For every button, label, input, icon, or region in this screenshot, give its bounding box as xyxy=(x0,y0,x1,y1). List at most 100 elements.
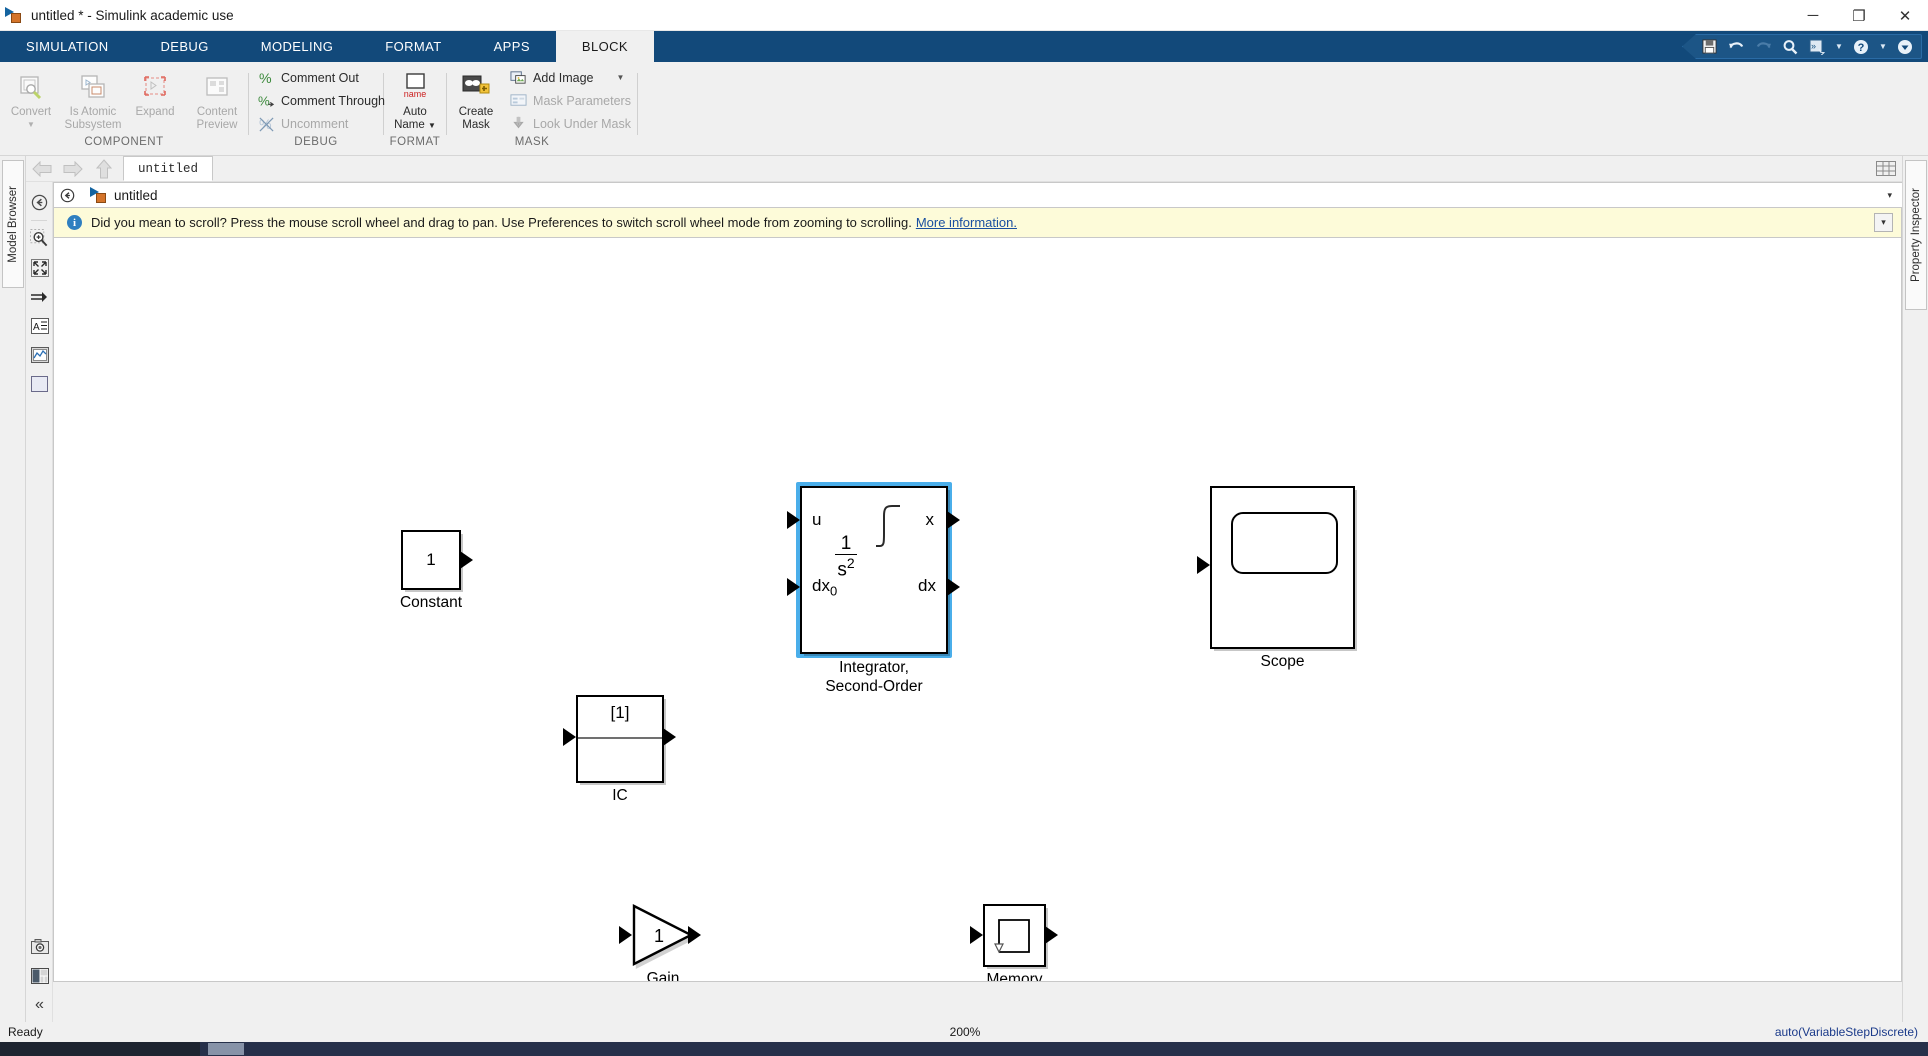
ic-input-port[interactable] xyxy=(563,728,576,746)
maximize-button[interactable]: ❐ xyxy=(1836,0,1882,31)
convert-icon xyxy=(16,70,46,104)
svg-text:%: % xyxy=(258,93,270,108)
model-browser-tab[interactable]: Model Browser xyxy=(2,160,24,288)
scope-block[interactable]: Scope xyxy=(1210,486,1355,649)
ribbon-group-debug-title: DEBUG xyxy=(249,136,383,156)
scope-preview-icon[interactable] xyxy=(26,340,53,369)
signal-port-icon[interactable] xyxy=(26,282,53,311)
ribbon-group-mask: CreateMask Add Image ▼ Mask Par xyxy=(447,62,637,156)
tab-simulation[interactable]: SIMULATION xyxy=(0,31,135,62)
grid-icon[interactable] xyxy=(1876,161,1896,177)
taskbar-thumbnail[interactable] xyxy=(208,1043,244,1055)
constant-value: 1 xyxy=(403,532,459,588)
content-preview-button[interactable]: ContentPreview xyxy=(186,66,248,132)
nav-up-icon[interactable] xyxy=(88,156,119,182)
quick-access-customize-icon[interactable]: » xyxy=(1807,37,1827,56)
memory-block[interactable]: Memory xyxy=(983,904,1046,967)
status-solver[interactable]: auto(VariableStepDiscrete) xyxy=(1775,1025,1918,1039)
undo-icon[interactable] xyxy=(1726,37,1746,56)
integrator-input-label-u: u xyxy=(812,510,821,530)
tab-format[interactable]: FORMAT xyxy=(359,31,467,62)
svg-text:»: » xyxy=(1811,41,1816,51)
ic-output-port[interactable] xyxy=(663,728,676,746)
comment-through-item[interactable]: % Comment Through xyxy=(255,90,391,113)
property-inspector-tab[interactable]: Property Inspector xyxy=(1905,160,1927,310)
taskbar-segment xyxy=(200,1042,1928,1056)
is-atomic-subsystem-button[interactable]: Is AtomicSubsystem xyxy=(62,66,124,132)
camera-icon[interactable] xyxy=(26,932,53,961)
more-information-link[interactable]: More information. xyxy=(916,215,1017,230)
document-tab-bar: untitled xyxy=(26,156,1902,182)
add-image-caret-icon[interactable]: ▼ xyxy=(617,73,625,82)
ribbon-body: Convert ▼ Is AtomicSubsystem Expand xyxy=(0,62,1928,156)
add-image-icon xyxy=(509,68,528,87)
quick-access-expand-icon[interactable] xyxy=(1895,37,1915,56)
create-mask-button[interactable]: CreateMask xyxy=(447,66,505,132)
comment-through-icon: % xyxy=(257,92,276,111)
scope-label: Scope xyxy=(1261,652,1305,671)
help-icon[interactable]: ? xyxy=(1851,37,1871,56)
window-title: untitled * - Simulink academic use xyxy=(31,8,234,23)
memory-input-port[interactable] xyxy=(970,926,983,944)
integrator-label: Integrator,Second-Order xyxy=(825,658,922,696)
breadcrumb-caret-icon[interactable]: ▾ xyxy=(1887,190,1892,201)
model-canvas[interactable]: 1 Constant u dx0 x dx 1 s2 xyxy=(53,238,1902,982)
auto-name-button[interactable]: name AutoName ▼ xyxy=(384,66,446,132)
comment-out-item[interactable]: % Comment Out xyxy=(255,67,365,90)
integrator-input-port-u[interactable] xyxy=(787,511,800,529)
minimize-button[interactable]: ─ xyxy=(1790,0,1836,31)
nav-forward-icon[interactable] xyxy=(57,156,88,182)
navigate-back-icon[interactable] xyxy=(26,188,53,217)
zoom-in-icon[interactable] xyxy=(26,224,53,253)
help-caret-icon[interactable]: ▼ xyxy=(1878,42,1888,51)
canvas-tool-column-bottom: « xyxy=(26,902,53,1022)
tab-modeling[interactable]: MODELING xyxy=(235,31,360,62)
constant-output-port[interactable] xyxy=(460,551,473,569)
annotation-icon[interactable]: A xyxy=(26,311,53,340)
right-rail: Property Inspector xyxy=(1902,156,1928,1022)
scope-input-port[interactable] xyxy=(1197,556,1210,574)
ic-block[interactable]: [1] IC xyxy=(576,695,664,783)
integrator-second-order-block[interactable]: u dx0 x dx 1 s2 xyxy=(800,486,948,654)
integrator-output-port-x[interactable] xyxy=(947,511,960,529)
fit-to-view-icon[interactable] xyxy=(26,253,53,282)
gain-output-port[interactable] xyxy=(688,926,701,944)
convert-button[interactable]: Convert ▼ xyxy=(0,66,62,129)
gain-input-port[interactable] xyxy=(619,926,632,944)
tab-block[interactable]: BLOCK xyxy=(556,31,654,62)
quick-access-caret-icon[interactable]: ▼ xyxy=(1834,42,1844,51)
memory-output-port[interactable] xyxy=(1045,926,1058,944)
notification-dropdown-button[interactable]: ▾ xyxy=(1874,213,1893,232)
constant-block[interactable]: 1 Constant xyxy=(401,530,461,590)
close-button[interactable]: ✕ xyxy=(1882,0,1928,31)
document-tab-untitled[interactable]: untitled xyxy=(123,156,213,181)
ic-divider xyxy=(578,737,662,739)
integrator-output-port-dx[interactable] xyxy=(947,578,960,596)
save-icon[interactable] xyxy=(1699,37,1719,56)
nav-back-icon[interactable] xyxy=(26,156,57,182)
tab-apps[interactable]: APPS xyxy=(468,31,556,62)
scope-screen-icon xyxy=(1231,512,1338,574)
expand-button[interactable]: Expand xyxy=(124,66,186,119)
memory-loop-icon xyxy=(985,906,1044,965)
integrator-numerator: 1 xyxy=(835,534,857,554)
search-icon[interactable] xyxy=(1780,37,1800,56)
expand-icon xyxy=(140,70,170,104)
create-mask-label: CreateMask xyxy=(459,106,494,132)
mask-parameters-icon xyxy=(509,91,528,110)
breadcrumb-model-name[interactable]: untitled xyxy=(114,188,158,203)
gain-block[interactable]: 1 Gain xyxy=(632,904,694,966)
convert-label: Convert xyxy=(11,106,51,119)
tab-debug[interactable]: DEBUG xyxy=(135,31,235,62)
layout-panel-icon[interactable] xyxy=(26,961,53,990)
integrator-input-port-dx0[interactable] xyxy=(787,578,800,596)
convert-caret-icon[interactable]: ▼ xyxy=(27,120,35,129)
add-image-item[interactable]: Add Image ▼ xyxy=(507,66,637,89)
status-zoom-level[interactable]: 200% xyxy=(950,1025,981,1039)
model-browser-label: Model Browser xyxy=(7,186,19,263)
area-icon[interactable] xyxy=(26,369,53,398)
breadcrumb-back-icon[interactable] xyxy=(54,188,80,203)
collapse-panel-icon[interactable]: « xyxy=(26,990,53,1019)
uncomment-label: Uncomment xyxy=(281,117,348,131)
ribbon-group-mask-title: MASK xyxy=(427,136,637,156)
